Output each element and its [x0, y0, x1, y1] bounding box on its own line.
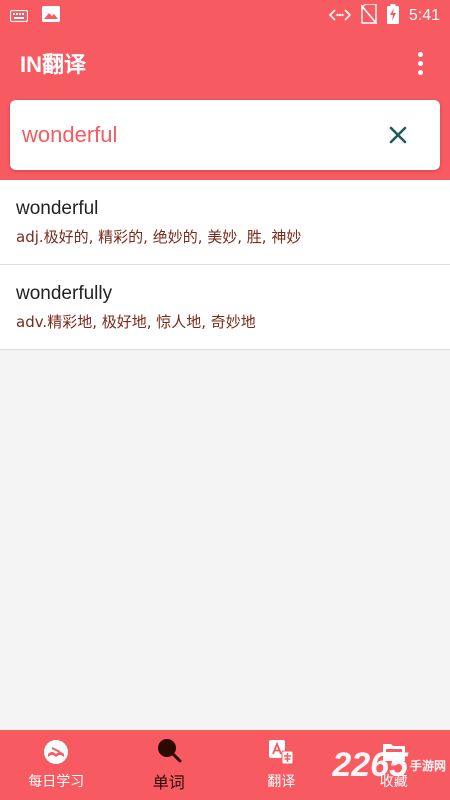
translate-icon	[268, 739, 294, 765]
nav-label: 每日学习	[28, 774, 85, 790]
app-title: IN翻译	[20, 52, 87, 77]
results-list: wonderful adj.极好的, 精彩的, 绝妙的, 美妙, 胜, 神妙 w…	[0, 180, 450, 350]
search-input[interactable]	[22, 122, 378, 148]
bottom-nav: 每日学习 单词 翻译 收藏	[0, 730, 450, 800]
status-time: 5:41	[408, 7, 440, 24]
data-arrows-icon	[328, 7, 351, 26]
book-icon	[43, 739, 69, 765]
battery-charging-icon	[386, 4, 399, 28]
nav-item-favorites[interactable]: 收藏	[338, 730, 450, 800]
nav-item-translate[interactable]: 翻译	[225, 730, 338, 800]
nav-label: 单词	[152, 773, 185, 792]
nav-label: 翻译	[267, 774, 296, 790]
image-icon	[42, 6, 60, 26]
keyboard-icon	[9, 7, 29, 26]
close-icon[interactable]	[378, 115, 418, 155]
result-definition: adj.极好的, 精彩的, 绝妙的, 美妙, 胜, 神妙	[16, 228, 302, 246]
favorites-folder-icon	[381, 739, 407, 765]
nav-label: 收藏	[379, 774, 408, 790]
status-bar: 5:41	[0, 0, 450, 32]
more-vert-icon[interactable]	[410, 43, 430, 83]
result-word: wonderful	[16, 198, 99, 219]
nav-item-words[interactable]: 单词	[113, 730, 226, 800]
search-box	[10, 100, 440, 170]
search-area	[0, 94, 450, 180]
list-item[interactable]: wonderfully adv.精彩地, 极好地, 惊人地, 奇妙地	[0, 265, 450, 350]
no-sim-icon	[360, 3, 378, 28]
result-definition: adv.精彩地, 极好地, 惊人地, 奇妙地	[16, 313, 256, 331]
list-item[interactable]: wonderful adj.极好的, 精彩的, 绝妙的, 美妙, 胜, 神妙	[0, 180, 450, 265]
result-word: wonderfully	[16, 283, 113, 304]
nav-item-daily-study[interactable]: 每日学习	[0, 730, 113, 800]
search-icon	[156, 737, 182, 763]
app-bar: IN翻译	[0, 32, 450, 94]
